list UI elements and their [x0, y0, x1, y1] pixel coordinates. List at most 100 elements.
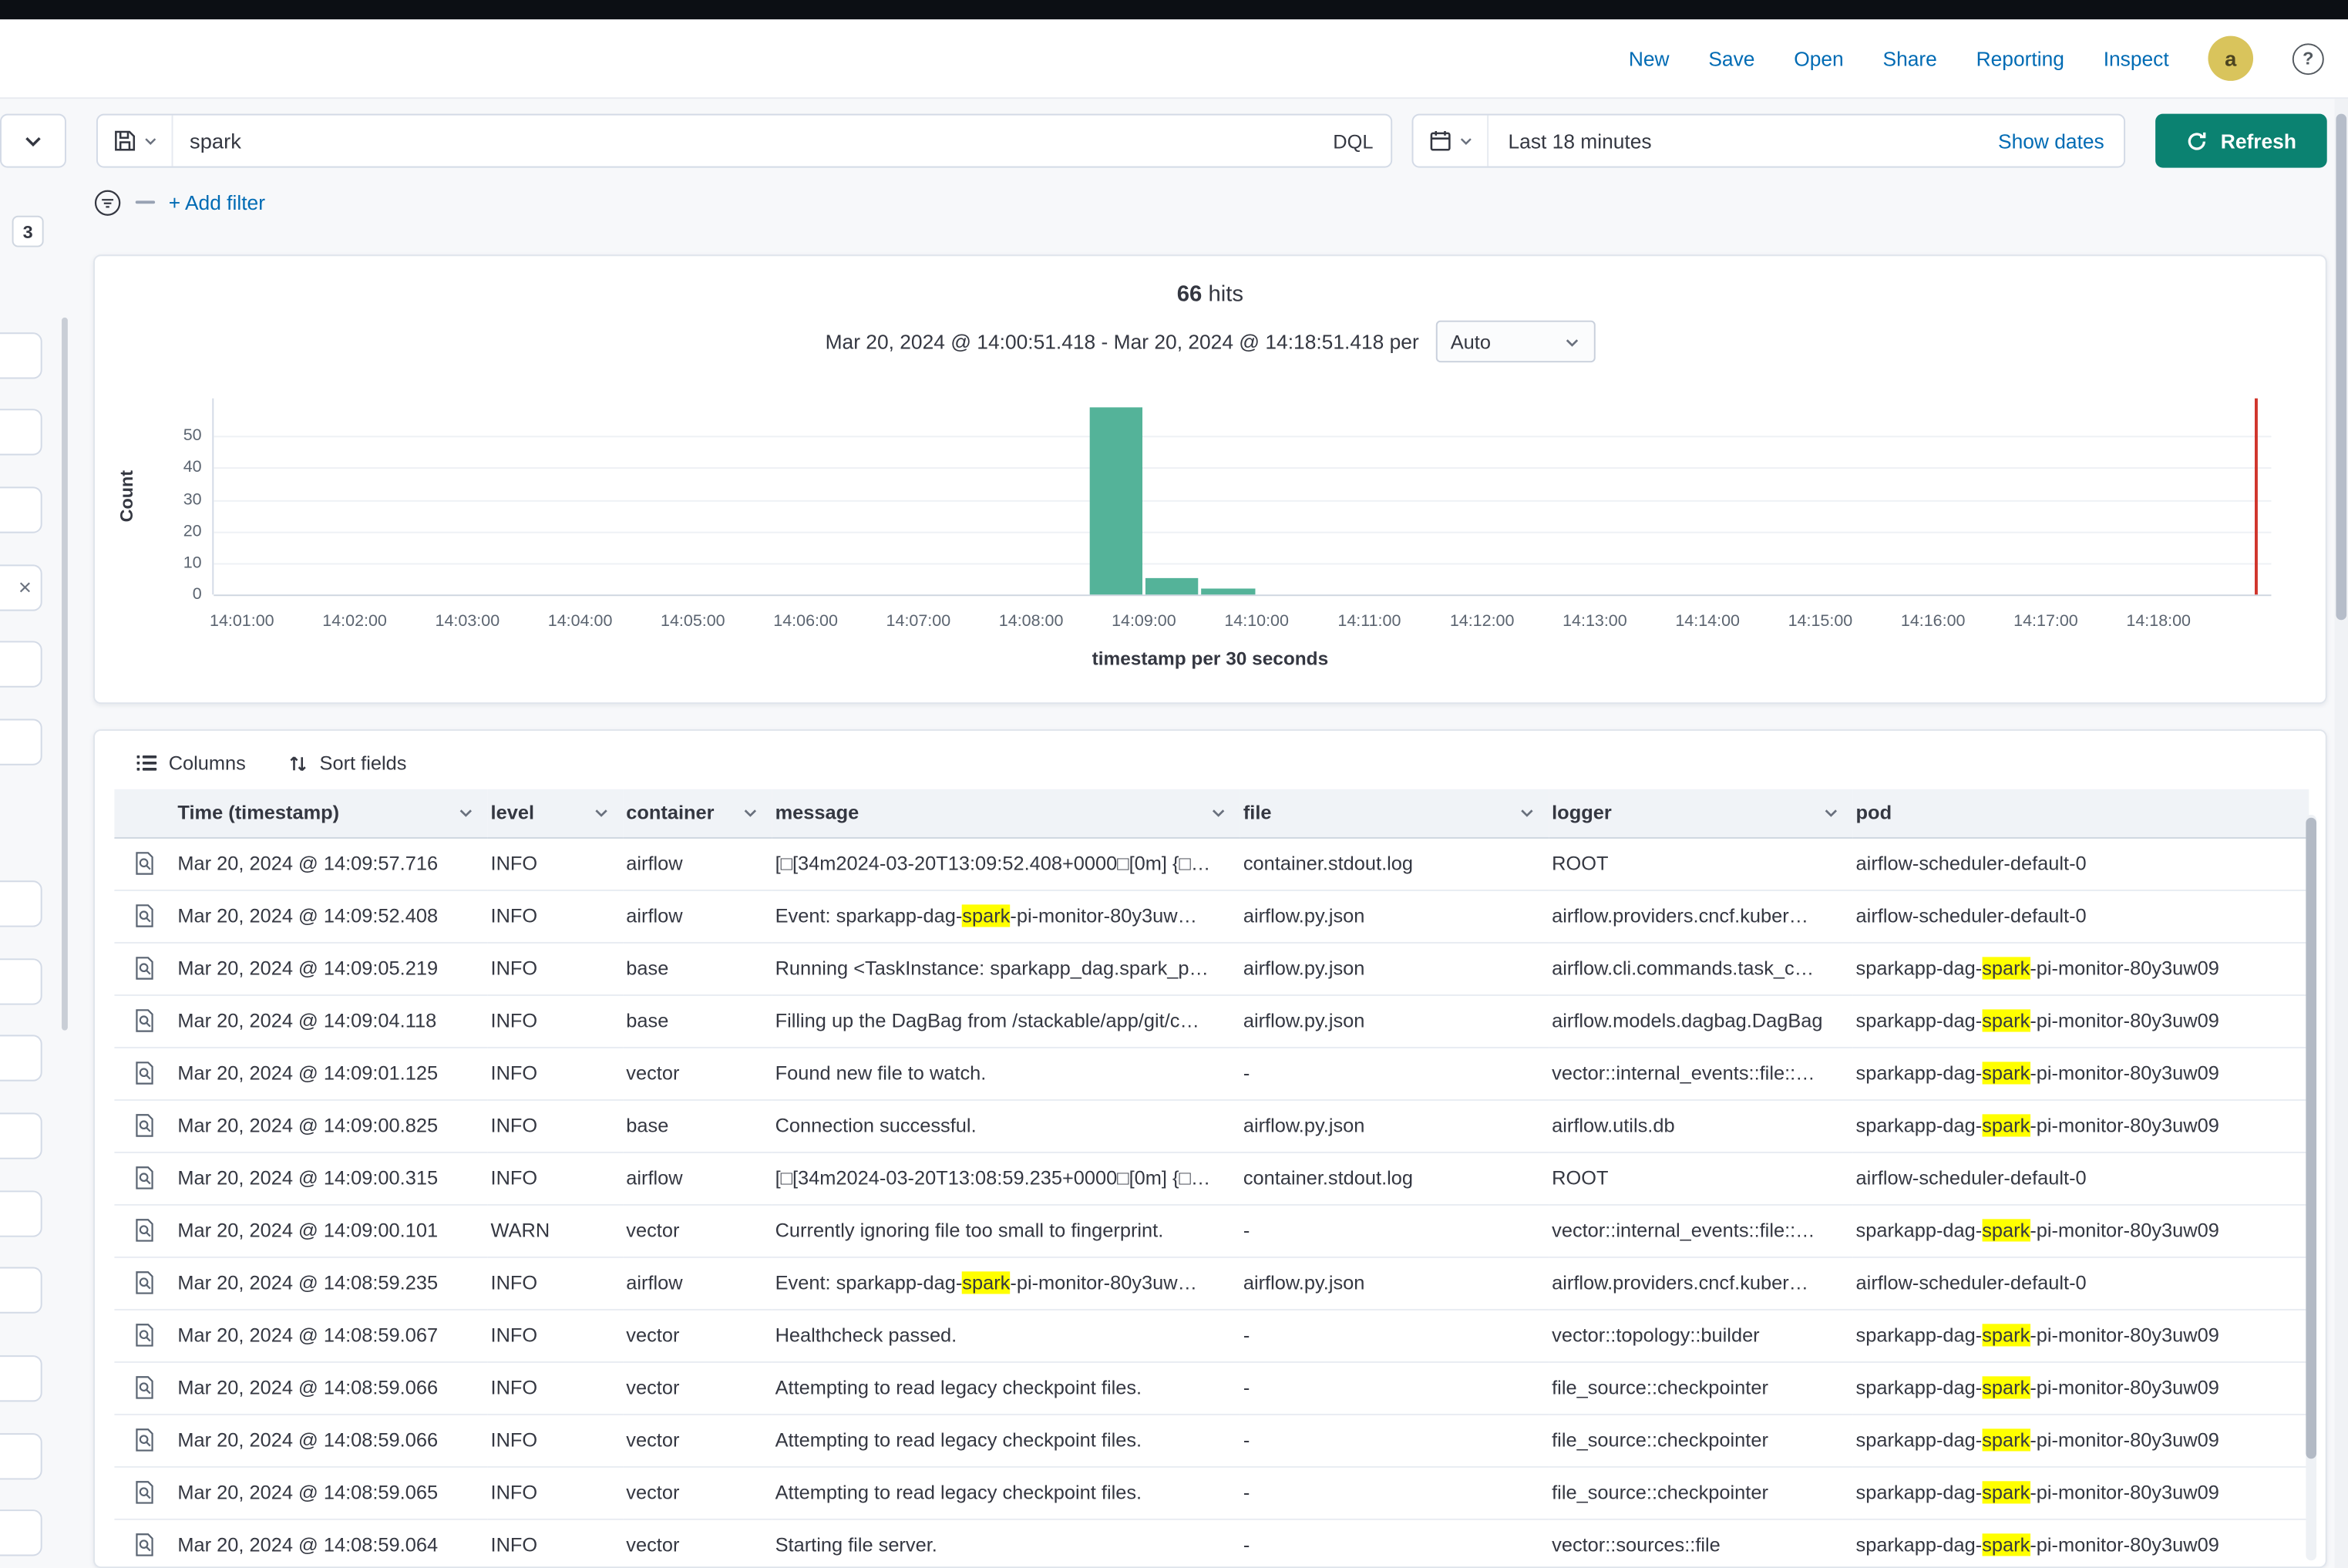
log-table-body: Mar 20, 2024 @ 14:09:57.716INFOairflow[□…: [114, 837, 2309, 1568]
date-picker-button[interactable]: [1413, 116, 1489, 167]
collapsed-field-chip[interactable]: [0, 880, 42, 927]
column-header-pod[interactable]: pod: [1853, 789, 2309, 837]
inspect-document-button[interactable]: [114, 1310, 174, 1361]
chevron-down-icon: [1519, 805, 1535, 821]
collapsed-field-chip[interactable]: [0, 409, 42, 455]
nav-save[interactable]: Save: [1708, 47, 1754, 69]
collapsed-field-chip[interactable]: [0, 486, 42, 533]
cell-message: Connection successful.: [772, 1099, 1240, 1152]
collapsed-field-chip[interactable]: [0, 332, 42, 379]
x-axis-tick-label: 14:17:00: [2013, 613, 2078, 631]
cell-level: INFO: [488, 1414, 624, 1466]
x-axis-tick-label: 14:18:00: [2126, 613, 2191, 631]
refresh-button[interactable]: Refresh: [2155, 114, 2327, 168]
collapsed-field-chip[interactable]: [0, 1267, 42, 1314]
cell-message: Starting file server.: [772, 1519, 1240, 1568]
inspect-document-icon: [133, 1427, 156, 1452]
table-row: Mar 20, 2024 @ 14:09:00.825INFObaseConne…: [114, 1099, 2309, 1152]
inspect-document-button[interactable]: [114, 1100, 174, 1151]
column-header-logger[interactable]: logger: [1549, 789, 1852, 837]
x-axis-tick-label: 14:13:00: [1563, 613, 1627, 631]
columns-button[interactable]: Columns: [136, 752, 246, 774]
dql-button[interactable]: DQL: [1316, 116, 1391, 167]
column-header-container[interactable]: container: [623, 789, 772, 837]
histogram-subtitle: Mar 20, 2024 @ 14:00:51.418 - Mar 20, 20…: [95, 321, 2326, 362]
histogram-bar[interactable]: [1202, 588, 1255, 594]
histogram-bar[interactable]: [1145, 579, 1199, 595]
inspect-document-button[interactable]: [114, 1415, 174, 1465]
collapsed-field-chip[interactable]: ×: [0, 564, 42, 611]
inspect-document-button[interactable]: [114, 1152, 174, 1203]
show-dates-button[interactable]: Show dates: [1979, 130, 2124, 152]
cell-file: airflow.py.json: [1240, 994, 1549, 1047]
collapse-sidebar-button[interactable]: [0, 114, 66, 168]
nav-share[interactable]: Share: [1882, 47, 1936, 69]
user-avatar[interactable]: a: [2208, 36, 2253, 81]
search-highlight: spark: [962, 904, 1010, 927]
search-input[interactable]: [173, 116, 1316, 167]
x-axis-tick-label: 14:07:00: [886, 613, 951, 631]
collapsed-field-chip[interactable]: [0, 1112, 42, 1159]
search-highlight: spark: [1982, 1481, 2030, 1503]
table-scrollbar[interactable]: [2306, 815, 2316, 1560]
cell-file: -: [1240, 1466, 1549, 1519]
cell-container: airflow: [623, 837, 772, 890]
cell-logger: airflow.utils.db: [1549, 1099, 1852, 1152]
time-range-text[interactable]: Last 18 minutes: [1489, 130, 1978, 152]
inspect-document-button[interactable]: [114, 1257, 174, 1308]
collapsed-field-chip[interactable]: [0, 641, 42, 687]
row-actions-cell: [114, 890, 174, 942]
cell-level: INFO: [488, 1099, 624, 1152]
table-row: Mar 20, 2024 @ 14:08:59.235INFOairflowEv…: [114, 1257, 2309, 1309]
app-header: New Save Open Share Reporting Inspect a …: [0, 19, 2348, 99]
close-icon[interactable]: ×: [19, 577, 32, 599]
histogram-bar[interactable]: [1089, 408, 1142, 594]
inspect-document-button[interactable]: [114, 838, 174, 889]
search-highlight: spark: [1982, 1428, 2030, 1451]
inspect-document-button[interactable]: [114, 1519, 174, 1568]
inspect-document-button[interactable]: [114, 890, 174, 941]
inspect-document-icon: [133, 1165, 156, 1190]
cell-logger: airflow.models.dagbag.DagBag: [1549, 994, 1852, 1047]
cell-container: vector: [623, 1519, 772, 1568]
add-filter-button[interactable]: + Add filter: [169, 191, 265, 214]
help-icon[interactable]: ?: [2292, 42, 2324, 74]
nav-new[interactable]: New: [1629, 47, 1670, 69]
inspect-document-button[interactable]: [114, 1205, 174, 1256]
nav-reporting[interactable]: Reporting: [1976, 47, 2064, 69]
inspect-document-button[interactable]: [114, 1362, 174, 1413]
nav-inspect[interactable]: Inspect: [2104, 47, 2169, 69]
cell-logger: airflow.cli.commands.task_c…: [1549, 942, 1852, 994]
column-header-level[interactable]: level: [488, 789, 624, 837]
column-header-time[interactable]: Time (timestamp): [175, 789, 488, 837]
inspect-document-button[interactable]: [114, 943, 174, 994]
scrollbar-thumb[interactable]: [2336, 114, 2346, 621]
sort-fields-button[interactable]: Sort fields: [288, 752, 407, 774]
inspect-document-icon: [133, 903, 156, 928]
fields-scrollbar[interactable]: [62, 318, 68, 1031]
collapsed-field-chip[interactable]: [0, 1433, 42, 1479]
scrollbar-thumb[interactable]: [2306, 818, 2316, 1459]
cell-pod: sparkapp-dag-spark-pi-monitor-80y3uw09: [1853, 1361, 2309, 1414]
collapsed-field-chip[interactable]: [0, 1355, 42, 1401]
collapsed-field-chip[interactable]: [0, 718, 42, 765]
interval-select[interactable]: Auto: [1435, 321, 1595, 362]
cell-pod: sparkapp-dag-spark-pi-monitor-80y3uw09: [1853, 1414, 2309, 1466]
nav-open[interactable]: Open: [1794, 47, 1843, 69]
inspect-document-button[interactable]: [114, 995, 174, 1046]
collapsed-field-chip[interactable]: [0, 1190, 42, 1237]
row-actions-cell: [114, 1519, 174, 1568]
collapsed-field-chip[interactable]: [0, 1509, 42, 1556]
page-scrollbar[interactable]: [2334, 99, 2348, 1568]
inspect-document-button[interactable]: [114, 1467, 174, 1518]
column-header-file[interactable]: file: [1240, 789, 1549, 837]
cell-file: container.stdout.log: [1240, 837, 1549, 890]
column-header-message[interactable]: message: [772, 789, 1240, 837]
collapsed-field-chip[interactable]: [0, 1035, 42, 1081]
collapsed-field-chip[interactable]: [0, 958, 42, 1004]
x-axis-tick-label: 14:10:00: [1224, 613, 1289, 631]
chevron-down-icon: [1458, 133, 1473, 148]
saved-query-menu-button[interactable]: [98, 116, 173, 167]
inspect-document-button[interactable]: [114, 1048, 174, 1099]
filter-menu-icon[interactable]: [93, 188, 122, 217]
